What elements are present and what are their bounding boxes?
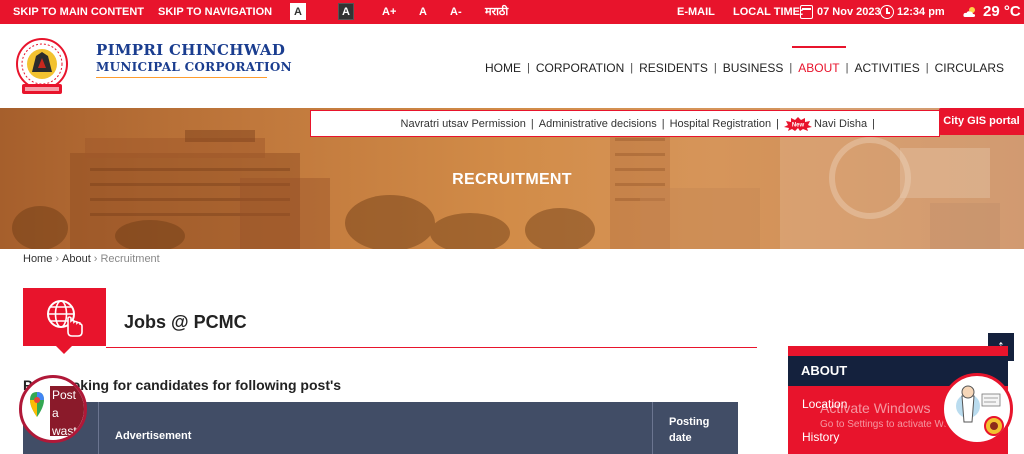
breadcrumb-home[interactable]: Home [23,253,52,265]
contrast-dark-button[interactable]: A [338,3,354,20]
clock-icon [880,5,894,19]
temperature: 29 °C [983,3,1021,20]
table-header-posting-date: Posting date [669,416,710,444]
contrast-light-button[interactable]: A [290,3,306,20]
brand-title: PIMPRI CHINCHWAD [96,41,286,59]
accessibility-bar: SKIP TO MAIN CONTENT SKIP TO NAVIGATION … [0,0,1024,24]
quick-link-navi-disha-wrapper[interactable]: New Navi Disha [779,116,872,131]
brand-subtitle: MUNICIPAL CORPORATION [96,60,292,74]
map-pin-icon [30,392,44,417]
font-decrease-button[interactable]: A- [450,0,462,24]
email-link[interactable]: E-MAIL [677,0,715,24]
nav-about[interactable]: ABOUT [792,46,846,76]
font-normal-button[interactable]: A [419,0,427,24]
nav-business[interactable]: BUSINESS [717,60,790,76]
nav-corporation[interactable]: CORPORATION [530,60,630,76]
quick-links-bar: Navratri utsav Permission | Administrativ… [310,110,940,137]
table-header-advertisement: Advertisement [99,402,653,454]
weather-cloud-icon [963,7,976,17]
quick-link-hospital-registration[interactable]: Hospital Registration [665,118,777,130]
nav-circulars[interactable]: CIRCULARS [929,60,1010,76]
main-navigation: HOME | CORPORATION | RESIDENTS | BUSINESS | … [479,46,1010,76]
current-time: 12:34 pm [897,6,945,18]
quick-link-navratri[interactable]: Navratri utsav Permission [396,118,531,130]
site-header: PIMPRI CHINCHWAD MUNICIPAL CORPORATION H… [0,24,1024,108]
post-a-waste-label: Post a waste [50,386,84,438]
nav-home[interactable]: HOME [479,60,527,76]
pcmc-emblem-logo[interactable] [14,38,70,96]
font-increase-button[interactable]: A+ [382,0,396,24]
breadcrumb-about[interactable]: About [62,253,91,265]
section-title: Jobs @ PCMC [124,312,247,332]
nav-residents[interactable]: RESIDENTS [633,60,714,76]
section-divider [106,347,757,348]
breadcrumb: Home › About › Recruitment [23,252,160,266]
post-a-waste-button[interactable]: Post a waste [19,375,87,443]
new-starburst-icon: New [783,116,812,131]
language-marathi-link[interactable]: मराठी [485,0,508,24]
sidebar-accent [788,346,1008,356]
skip-to-navigation-link[interactable]: SKIP TO NAVIGATION [158,0,272,24]
calendar-icon [800,5,813,19]
quick-link-separator: | [872,117,875,130]
recruitment-table-header: Advertisement Posting date [23,402,738,454]
nav-activities[interactable]: ACTIVITIES [848,60,925,76]
swachh-bharat-mascot-button[interactable] [941,373,1013,445]
breadcrumb-current: Recruitment [100,253,160,265]
section-icon-box [23,288,106,354]
quick-link-administrative-decisions[interactable]: Administrative decisions [534,118,662,130]
breadcrumb-chevron-icon: › [55,253,60,265]
skip-to-main-link[interactable]: SKIP TO MAIN CONTENT [13,0,144,24]
local-time-label: LOCAL TIME: [733,6,804,18]
web-click-icon [47,300,83,337]
svg-text:New: New [792,122,805,128]
brand-underline [96,77,267,78]
quick-link-navi-disha[interactable]: Navi Disha [814,117,867,129]
city-gis-portal-button[interactable]: City GIS portal [939,108,1024,135]
page-title: RECRUITMENT [452,171,572,188]
current-date: 07 Nov 2023 [817,6,881,18]
breadcrumb-chevron-icon: › [93,253,98,265]
activate-windows-watermark: Activate Windows [820,400,931,416]
sidebar-link-history[interactable]: History [802,430,839,444]
